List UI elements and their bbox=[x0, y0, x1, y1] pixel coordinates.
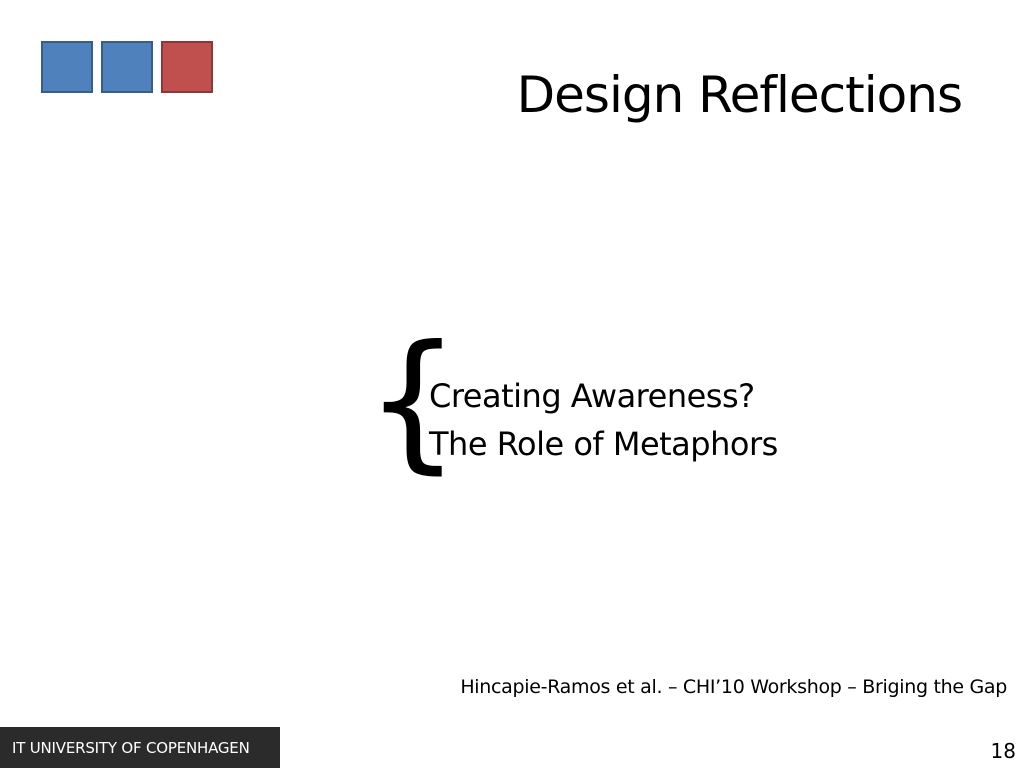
blue-square-icon bbox=[41, 41, 93, 93]
footer-bar: IT UNIVERSITY OF COPENHAGEN bbox=[0, 727, 280, 768]
page-number: 18 bbox=[990, 739, 1016, 763]
citation: Hincapie-Ramos et al. – CHI’10 Workshop … bbox=[460, 676, 1007, 698]
content-line: The Role of Metaphors bbox=[429, 425, 778, 463]
slide: Design Reflections { Creating Awareness?… bbox=[0, 0, 1024, 768]
blue-square-icon bbox=[101, 41, 153, 93]
content-lines: Creating Awareness? The Role of Metaphor… bbox=[429, 372, 778, 468]
logo-squares bbox=[41, 41, 216, 96]
red-square-icon bbox=[161, 41, 213, 93]
content-line: Creating Awareness? bbox=[429, 377, 755, 415]
slide-title: Design Reflections bbox=[516, 66, 963, 124]
footer-label: IT UNIVERSITY OF COPENHAGEN bbox=[12, 739, 250, 757]
